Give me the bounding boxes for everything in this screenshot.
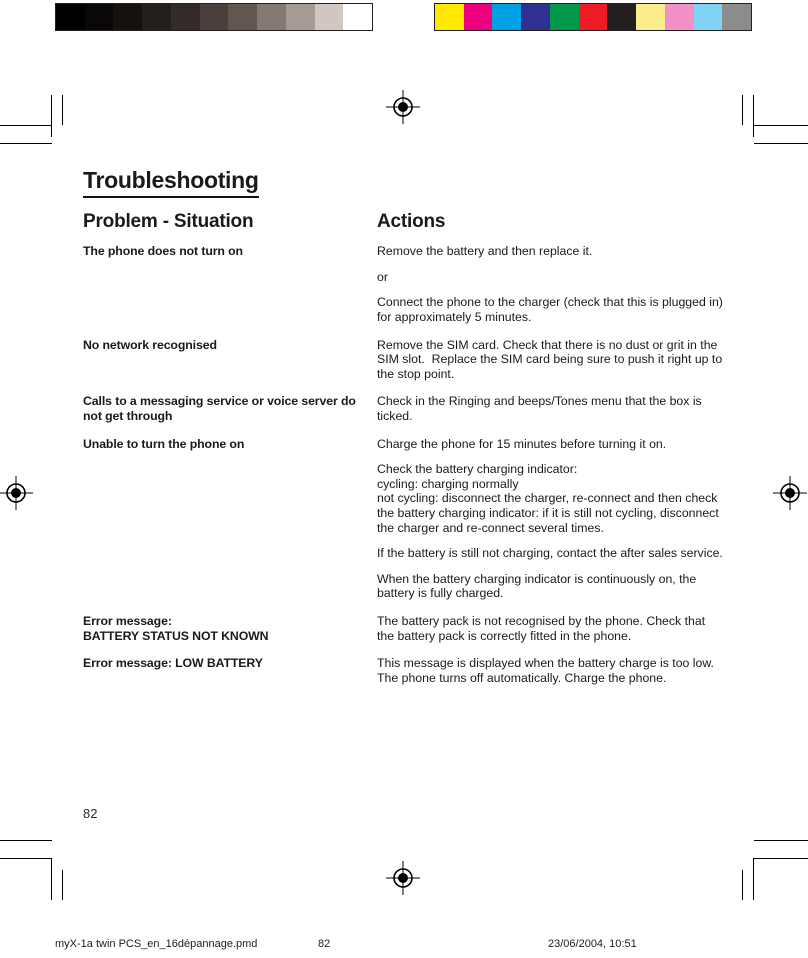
problem-cell: Error message: LOW BATTERY <box>83 656 263 671</box>
footer-filename: myX-1a twin PCS_en_16dépannage.pmd <box>55 938 258 950</box>
crop-mark-bottom-left-horizontal-inner <box>0 858 52 859</box>
table-row: Error message: LOW BATTERY This message i… <box>83 656 725 698</box>
column-header-problem: Problem - Situation <box>83 211 254 233</box>
crop-mark-top-left-horizontal-outer <box>0 143 52 144</box>
action-paragraph: When the battery charging indicator is c… <box>377 571 700 601</box>
crop-mark-top-right-horizontal-inner <box>754 125 808 126</box>
page-title: Troubleshooting <box>83 167 259 199</box>
registration-target-left <box>0 476 33 510</box>
calibration-swatch <box>607 4 637 30</box>
problem-cell: Error message: BATTERY STATUS NOT KNOWN <box>83 613 269 643</box>
crop-mark-top-left-vertical-inner <box>62 95 63 125</box>
actions-cell: This message is displayed when the batte… <box>377 656 725 698</box>
calibration-swatch <box>521 4 550 30</box>
troubleshooting-table: Problem - Situation Actions The phone do… <box>83 211 725 698</box>
actions-cell: Check in the Ringing and beeps/Tones men… <box>377 394 725 436</box>
calibration-swatch <box>170 4 200 30</box>
calibration-swatch <box>343 4 373 30</box>
crop-mark-top-right-vertical-inner <box>742 95 743 125</box>
crop-mark-bottom-right-horizontal-inner <box>754 858 808 859</box>
footer-page-number: 82 <box>318 938 331 950</box>
calibration-swatch <box>113 4 143 30</box>
crop-mark-bottom-right-vertical-inner <box>742 870 743 900</box>
calibration-swatch <box>257 4 286 30</box>
calibration-swatch <box>636 4 665 30</box>
registration-target-top <box>386 90 420 124</box>
column-header-actions: Actions <box>377 211 446 233</box>
action-paragraph: Remove the SIM card. Check that there is… <box>377 337 726 381</box>
problem-cell: The phone does not turn on <box>83 244 243 259</box>
action-paragraph: or <box>377 269 388 284</box>
calibration-swatch <box>84 4 114 30</box>
calibration-swatch <box>285 4 315 30</box>
action-paragraph: Charge the phone for 15 minutes before t… <box>377 436 667 451</box>
page-number: 82 <box>83 806 98 821</box>
action-paragraph: Connect the phone to the charger (check … <box>377 295 727 325</box>
crop-mark-bottom-right-vertical-outer <box>753 858 754 900</box>
calibration-swatch <box>228 4 258 30</box>
calibration-swatch <box>56 4 85 30</box>
table-body: The phone does not turn on Remove the bat… <box>83 244 725 698</box>
calibration-swatch <box>142 4 171 30</box>
crop-mark-bottom-right-horizontal-outer <box>754 840 808 841</box>
crop-mark-top-right-vertical-outer <box>753 95 754 137</box>
calibration-swatch <box>664 4 694 30</box>
actions-cell: The battery pack is not recognised by th… <box>377 614 725 656</box>
actions-cell: Charge the phone for 15 minutes before t… <box>377 437 725 614</box>
calibration-swatch <box>578 4 608 30</box>
registration-target-right <box>773 476 807 510</box>
actions-cell: Remove the battery and then replace it. o… <box>377 244 725 337</box>
action-paragraph: Remove the battery and then replace it. <box>377 244 593 259</box>
table-row: The phone does not turn on Remove the bat… <box>83 244 725 337</box>
crop-mark-bottom-left-vertical-inner <box>62 870 63 900</box>
action-paragraph: The battery pack is not recognised by th… <box>377 613 709 643</box>
action-paragraph: This message is displayed when the batte… <box>377 656 718 685</box>
table-row: Unable to turn the phone on Charge the ph… <box>83 437 725 614</box>
calibration-swatch <box>199 4 229 30</box>
registration-target-bottom <box>386 861 420 895</box>
problem-cell: Unable to turn the phone on <box>83 436 245 451</box>
crop-mark-bottom-left-horizontal-outer <box>0 840 52 841</box>
actions-cell: Remove the SIM card. Check that there is… <box>377 338 725 395</box>
table-header-row: Problem - Situation Actions <box>83 211 725 244</box>
crop-mark-top-left-horizontal-inner <box>0 125 52 126</box>
calibration-swatch <box>722 4 752 30</box>
calibration-swatch <box>435 4 464 30</box>
calibration-swatch <box>463 4 493 30</box>
crop-mark-top-left-vertical-outer <box>51 95 52 137</box>
grayscale-calibration-bar <box>55 3 373 31</box>
table-row: Calls to a messaging service or voice se… <box>83 394 725 436</box>
calibration-swatch <box>693 4 723 30</box>
crop-mark-top-right-horizontal-outer <box>754 143 808 144</box>
calibration-swatch <box>549 4 579 30</box>
problem-cell: No network recognised <box>83 337 217 352</box>
action-paragraph: Check the battery charging indicator: cy… <box>377 462 719 535</box>
action-paragraph: If the battery is still not charging, co… <box>377 546 723 561</box>
calibration-swatch <box>492 4 522 30</box>
page-content: Troubleshooting Problem - Situation Acti… <box>83 167 725 698</box>
document-page: Troubleshooting Problem - Situation Acti… <box>0 0 808 958</box>
footer-timestamp: 23/06/2004, 10:51 <box>548 938 637 950</box>
crop-mark-bottom-left-vertical-outer <box>51 858 52 900</box>
table-row: Error message: BATTERY STATUS NOT KNOWN T… <box>83 614 725 656</box>
color-calibration-bar <box>434 3 752 31</box>
print-footer: myX-1a twin PCS_en_16dépannage.pmd 82 23… <box>0 938 808 958</box>
problem-cell: Calls to a messaging service or voice se… <box>83 394 360 424</box>
table-row: No network recognised Remove the SIM card… <box>83 338 725 395</box>
action-paragraph: Check in the Ringing and beeps/Tones men… <box>377 394 706 424</box>
calibration-swatch <box>314 4 344 30</box>
